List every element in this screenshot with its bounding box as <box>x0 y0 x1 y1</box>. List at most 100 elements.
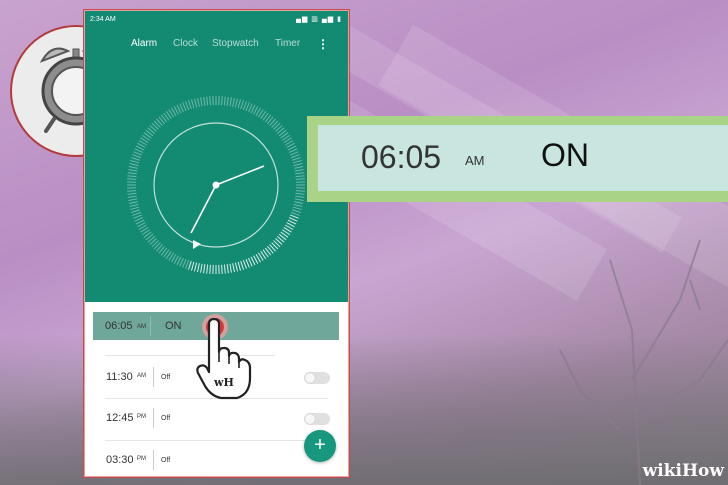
dial-tick <box>295 192 305 195</box>
dial-tick <box>234 98 239 108</box>
dial-tick <box>291 209 301 213</box>
dial-tick <box>188 260 192 270</box>
more-vertical-icon[interactable]: ⋮ <box>317 37 329 51</box>
dial-tick <box>133 214 143 219</box>
alarm-ampm: AM <box>137 373 146 379</box>
dial-tick <box>200 263 203 273</box>
alarm-state: Off <box>161 374 171 381</box>
dial-tick <box>295 178 305 180</box>
alarm-ampm: PM <box>137 456 146 462</box>
dial-tick <box>293 203 303 208</box>
dial-tick <box>190 261 195 271</box>
tab-stopwatch[interactable]: Stopwatch <box>212 38 259 49</box>
status-icons: ▄▆ ▥ ▄▆ ▮ <box>296 16 342 23</box>
dial-tick <box>288 217 298 222</box>
dial-tick <box>134 148 144 153</box>
dial-tick <box>248 257 253 267</box>
dial-tick <box>221 96 223 106</box>
dial-tick <box>132 211 141 216</box>
dial-tick <box>203 264 206 274</box>
dial-tick <box>245 102 250 112</box>
alarm-toggle[interactable] <box>304 413 330 425</box>
dial-tick <box>129 162 139 167</box>
dial-tick <box>289 151 299 156</box>
dial-tick <box>128 201 138 204</box>
callout-state: ON <box>541 137 589 173</box>
watermark: wikiHow <box>643 461 724 481</box>
clock-center <box>212 181 220 189</box>
tab-clock[interactable]: Clock <box>173 38 198 49</box>
dial-tick <box>232 263 235 273</box>
dial-tick <box>240 260 244 270</box>
row-separator <box>150 316 151 336</box>
dial-tick <box>185 101 190 110</box>
dial-tick <box>129 203 139 208</box>
callout-ampm: AM <box>465 153 485 168</box>
watermark-part1: wiki <box>642 461 682 481</box>
dial-tick <box>294 169 304 172</box>
callout-time: 06:05 <box>361 139 442 175</box>
tab-bar: Alarm Clock Stopwatch Timer ⋮ <box>85 37 348 57</box>
row-separator <box>153 367 154 387</box>
hand-badge: wH <box>213 376 234 389</box>
dial-tick <box>127 178 137 180</box>
alarm-time: 06:05 <box>105 320 133 332</box>
dial-tick <box>295 172 305 175</box>
dial-tick <box>223 264 226 274</box>
dial-tick <box>223 96 226 106</box>
dial-tick <box>182 102 187 112</box>
dial-tick <box>193 262 198 272</box>
dial-tick <box>206 96 209 106</box>
dial-tick <box>237 99 242 109</box>
dial-tick <box>237 261 242 271</box>
alarm-toggle[interactable] <box>304 372 330 384</box>
dial-tick <box>193 98 198 108</box>
dial-tick <box>291 211 300 216</box>
dial-tick <box>131 209 141 213</box>
analog-clock <box>127 96 305 274</box>
dial-tick <box>245 258 250 268</box>
tab-alarm[interactable]: Alarm <box>131 38 157 49</box>
dial-tick <box>134 217 144 222</box>
dial-tick <box>292 206 302 211</box>
status-time: 2:34 AM <box>90 16 116 23</box>
dial-tick <box>190 99 195 109</box>
zoom-callout: 06:05 AM ON <box>307 116 728 202</box>
dial-tick <box>128 169 138 172</box>
dial-tick <box>206 264 209 274</box>
dial-tick <box>203 96 206 106</box>
hour-hand <box>190 184 217 234</box>
dial-tick <box>291 154 300 159</box>
dial-tick <box>295 175 305 178</box>
add-alarm-button[interactable]: + <box>304 430 336 462</box>
dial-tick <box>127 195 137 198</box>
hand-pointer-icon: wH <box>196 318 252 400</box>
dial-tick <box>209 96 211 106</box>
dial-tick <box>234 262 239 272</box>
dial-tick <box>130 159 140 164</box>
dial-tick <box>240 100 244 110</box>
dial-tick <box>197 263 200 273</box>
dial-tick <box>128 166 138 169</box>
minute-hand <box>215 165 265 186</box>
dial-tick <box>128 198 138 201</box>
dial-tick <box>294 201 304 204</box>
alarm-state: Off <box>161 457 171 464</box>
alarm-time: 12:45 <box>106 412 134 424</box>
dial-tick <box>232 97 235 107</box>
dial-tick <box>226 264 229 274</box>
dial-tick <box>242 260 247 269</box>
dial-tick <box>248 103 253 113</box>
dial-tick <box>293 162 303 167</box>
dial-tick <box>179 103 184 113</box>
alarm-time: 03:30 <box>106 454 134 466</box>
status-bar: 2:34 AM ▄▆ ▥ ▄▆ ▮ <box>85 11 348 29</box>
dial-tick <box>288 148 298 153</box>
tab-timer[interactable]: Timer <box>275 38 300 49</box>
phone-screen: 2:34 AM ▄▆ ▥ ▄▆ ▮ Alarm Clock Stopwatch … <box>85 11 348 476</box>
watermark-part2: How <box>681 461 724 481</box>
dial-tick <box>221 264 223 274</box>
dial-tick <box>226 96 229 106</box>
callout-panel: 06:05 AM ON <box>318 125 728 191</box>
dial-tick <box>209 264 211 274</box>
